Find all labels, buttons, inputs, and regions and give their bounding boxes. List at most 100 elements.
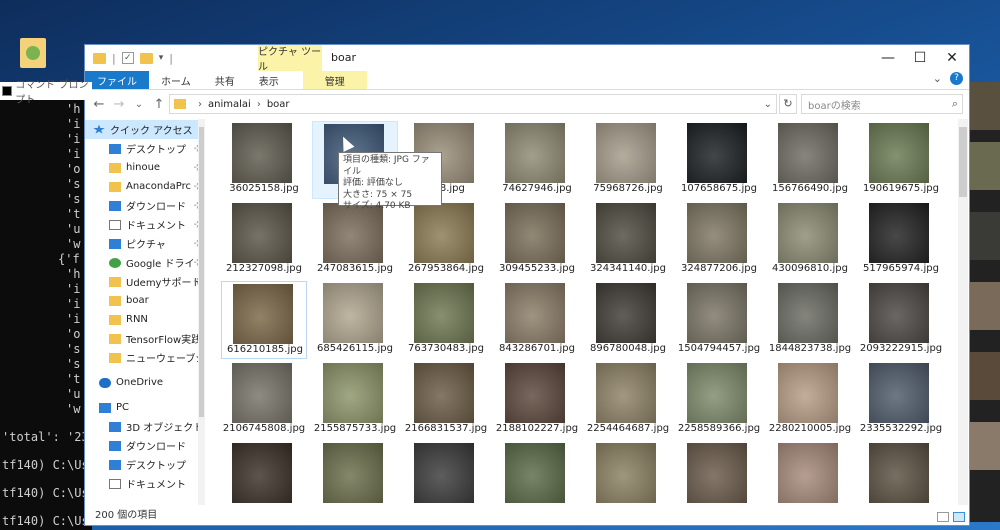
image-thumbnail (505, 283, 565, 343)
sidebar-item[interactable]: boar (85, 291, 205, 310)
content-scrollbar[interactable] (958, 119, 968, 505)
console-line: 't (66, 207, 81, 221)
up-button[interactable]: ↑ (149, 97, 169, 112)
file-tile[interactable]: 616210185.jpg (221, 281, 307, 359)
expand-ribbon-icon[interactable]: ⌄ (933, 72, 942, 85)
sidebar-item[interactable]: hinoue⊹ (85, 158, 205, 177)
desktop-file-icon[interactable] (20, 38, 46, 68)
sidebar-item[interactable]: ピクチャ⊹ (85, 234, 205, 253)
command-prompt-icon (2, 86, 13, 96)
file-tile[interactable]: 763730483.jpg (403, 281, 489, 359)
tab-view[interactable]: 表示 (247, 71, 291, 89)
file-tile[interactable]: 324877206.jpg (676, 201, 762, 279)
tab-share[interactable]: 共有 (203, 71, 247, 89)
sidebar-item[interactable]: クイック アクセス (85, 120, 205, 139)
sidebar-item[interactable]: TensorFlow実践 (85, 329, 205, 348)
sidebar-item[interactable]: Google ドライ⊹ (85, 253, 205, 272)
file-tile[interactable]: 190619675.jpg (858, 121, 944, 199)
properties-icon[interactable]: ✓ (121, 52, 134, 64)
tab-home[interactable]: ホーム (149, 71, 203, 89)
file-tile[interactable]: 2166831537.jpg (403, 361, 489, 439)
help-icon[interactable]: ? (950, 72, 963, 85)
tab-file[interactable]: ファイル (85, 71, 149, 89)
recent-locations-button[interactable]: ⌄ (129, 99, 149, 110)
console-line: 'i (66, 312, 81, 326)
file-tile[interactable]: 685426115.jpg (312, 281, 398, 359)
file-tile[interactable] (676, 441, 762, 505)
file-tile[interactable]: 517965974.jpg (858, 201, 944, 279)
nav-pane-scrollbar[interactable] (198, 119, 205, 505)
file-tile[interactable]: 267953864.jpg (403, 201, 489, 279)
details-view-icon[interactable] (937, 512, 949, 522)
file-tile[interactable]: 896780048.jpg (585, 281, 671, 359)
sidebar-item[interactable]: AnacondaPrc⊹ (85, 177, 205, 196)
file-tile[interactable]: 247083615.jpg (312, 201, 398, 279)
forward-button[interactable]: → (109, 97, 129, 112)
sidebar-item[interactable]: OneDrive (85, 373, 205, 392)
console-titlebar[interactable]: コマンド プロンプト (0, 80, 92, 106)
file-tile[interactable] (858, 441, 944, 505)
image-thumbnail (232, 443, 292, 503)
file-tile[interactable]: 2093222915.jpg (858, 281, 944, 359)
file-tile[interactable] (403, 441, 489, 505)
address-bar[interactable]: › animalai › boar ⌄ (169, 94, 777, 114)
file-tile[interactable] (494, 441, 580, 505)
sidebar-item-label: Google ドライ (126, 259, 195, 270)
file-tile[interactable] (312, 441, 398, 505)
file-tile[interactable]: 2188102227.jpg (494, 361, 580, 439)
folder-icon (109, 162, 121, 173)
file-tile[interactable]: 2258589366.jpg (676, 361, 762, 439)
file-tile[interactable]: 36025158.jpg (221, 121, 307, 199)
large-icons-view-icon[interactable] (953, 512, 965, 522)
sidebar-item[interactable]: デスクトップ⊹ (85, 139, 205, 158)
sidebar-item[interactable]: デスクトップ (85, 455, 205, 474)
command-prompt-window[interactable]: 'h'i'i'i'o's's't'u'w {'f'h'i'i'i'o's's't '… (0, 82, 92, 530)
file-tile[interactable]: 430096810.jpg (767, 201, 853, 279)
sidebar-item[interactable]: RNN (85, 310, 205, 329)
file-tile[interactable] (767, 441, 853, 505)
breadcrumb-boar[interactable]: boar (267, 99, 290, 110)
file-name: 1504794457.jpg (677, 343, 761, 354)
title-bar[interactable]: | ✓ ▾ | ピクチャ ツール boar — ☐ ✕ (85, 45, 969, 73)
file-tile[interactable]: 309455233.jpg (494, 201, 580, 279)
sidebar-item[interactable]: Udemyサポート⊹ (85, 272, 205, 291)
file-tile[interactable]: 2335532292.jpg (858, 361, 944, 439)
file-tile[interactable]: 212327098.jpg (221, 201, 307, 279)
sidebar-item[interactable]: 3D オブジェクト (85, 417, 205, 436)
close-button[interactable]: ✕ (935, 45, 969, 71)
tab-manage[interactable]: 管理 (302, 71, 367, 89)
maximize-button[interactable]: ☐ (903, 45, 937, 71)
customize-qat-icon[interactable]: ▾ (159, 53, 164, 63)
file-tile[interactable]: 1504794457.jpg (676, 281, 762, 359)
search-input[interactable]: boarの検索 ⌕ (801, 94, 963, 114)
sidebar-item[interactable]: ニューウェーブシステ (85, 348, 205, 367)
sidebar-item[interactable]: ドキュメント⊹ (85, 215, 205, 234)
sidebar-item[interactable]: ダウンロード (85, 436, 205, 455)
address-dropdown-icon[interactable]: ⌄ (764, 99, 772, 110)
back-button[interactable]: ← (89, 97, 109, 112)
file-tile[interactable] (221, 441, 307, 505)
file-tile[interactable]: 2155875733.jpg (312, 361, 398, 439)
sidebar-item[interactable]: ドキュメント (85, 474, 205, 493)
file-name: 267953864.jpg (408, 263, 484, 274)
file-tile[interactable]: 156766490.jpg (767, 121, 853, 199)
sidebar-item[interactable]: PC (85, 398, 205, 417)
file-tile[interactable]: 2254464687.jpg (585, 361, 671, 439)
file-tile[interactable]: 2280210005.jpg (767, 361, 853, 439)
file-tile[interactable]: 843286701.jpg (494, 281, 580, 359)
sidebar-item[interactable]: ダウンロード⊹ (85, 196, 205, 215)
minimize-button[interactable]: — (871, 45, 905, 71)
refresh-button[interactable]: ↻ (779, 94, 797, 114)
breadcrumb-animalai[interactable]: animalai (208, 99, 251, 110)
new-folder-icon[interactable] (139, 52, 153, 64)
file-tile[interactable]: 74627946.jpg (494, 121, 580, 199)
file-tile[interactable]: 324341140.jpg (585, 201, 671, 279)
file-tile[interactable]: 75968726.jpg (585, 121, 671, 199)
explorer-window[interactable]: | ✓ ▾ | ピクチャ ツール boar — ☐ ✕ ファイル ホーム 共有 … (84, 44, 970, 526)
file-tile[interactable]: 107658675.jpg (676, 121, 762, 199)
file-tile[interactable]: 2106745808.jpg (221, 361, 307, 439)
view-switcher (937, 512, 965, 522)
file-tile[interactable]: 1844823738.jpg (767, 281, 853, 359)
file-name: 247083615.jpg (317, 263, 393, 274)
file-tile[interactable] (585, 441, 671, 505)
